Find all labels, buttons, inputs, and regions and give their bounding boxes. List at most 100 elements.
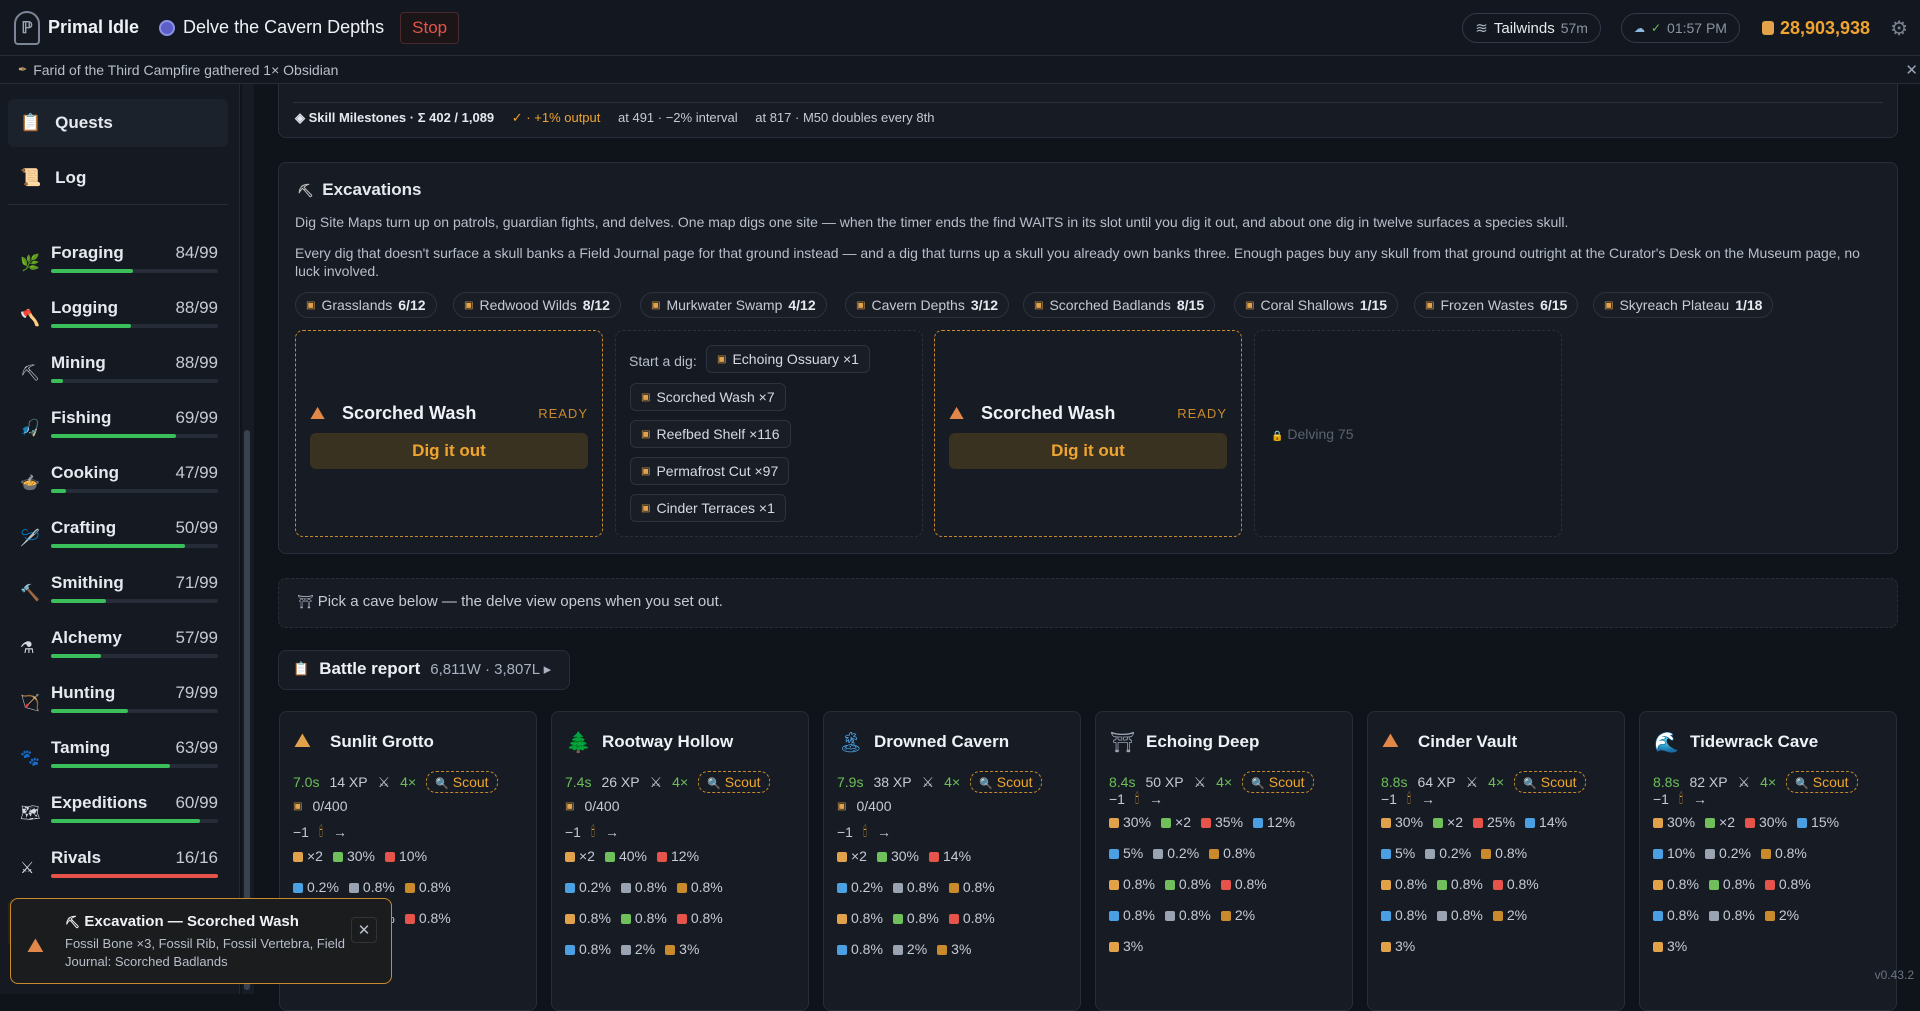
journal-chip[interactable]: ▣ Scorched Badlands 8/15: [1023, 292, 1216, 318]
journal-chip[interactable]: ▣ Frozen Wastes 6/15: [1414, 292, 1579, 318]
sidebar-item-rivals[interactable]: ⚔ Rivals 16/16: [8, 844, 228, 892]
drop-icon: [293, 852, 303, 863]
sidebar-item-hunting[interactable]: 🏹 Hunting 79/99: [8, 679, 228, 727]
drop-chance: 0.8%: [1450, 907, 1483, 923]
skill-progress-bar: [51, 434, 218, 438]
milestones-bonus: ✓ · +1% output: [511, 110, 601, 125]
journal-chip[interactable]: ▣ Grasslands 6/12: [295, 292, 437, 318]
sidebar-item-cooking[interactable]: 🍲 Cooking 47/99: [8, 459, 228, 507]
drop-item: 30%: [1381, 814, 1423, 830]
sidebar-item-foraging[interactable]: 🌿 Foraging 84/99: [8, 239, 228, 287]
journal-chip[interactable]: ▣ Coral Shallows 1/15: [1234, 292, 1399, 318]
drop-chance: 0.8%: [1123, 876, 1155, 892]
skill-progress-fill: [51, 379, 63, 383]
sidebar-item-smithing[interactable]: 🔨 Smithing 71/99: [8, 569, 228, 617]
sidebar-item-mining[interactable]: ⛏ Mining 88/99: [8, 349, 228, 397]
drop-icon: [293, 883, 303, 894]
journal-chip[interactable]: ▣ Cavern Depths 3/12: [845, 292, 1010, 318]
drop-chance: 0.8%: [634, 910, 667, 926]
drop-chance: 0.8%: [362, 879, 395, 895]
start-dig-option[interactable]: ▣ Scorched Wash ×7: [630, 383, 786, 411]
journal-chip[interactable]: ▣ Murkwater Swamp 4/12: [640, 292, 827, 318]
cave-stats: 7.4s 26 XP ⚔ 4× 🔍 Scout: [565, 771, 770, 793]
skill-progress-fill: [51, 764, 170, 768]
drop-chance: 30%: [1395, 814, 1424, 830]
scout-button[interactable]: 🔍 Scout: [1242, 771, 1314, 793]
drop-icon: [1109, 911, 1119, 922]
skill-progress-bar: [51, 269, 218, 273]
drop-item: 0.8%: [1481, 845, 1527, 861]
stop-button[interactable]: Stop: [400, 11, 460, 44]
start-dig-option[interactable]: ▣ Permafrost Cut ×97: [630, 457, 790, 485]
cave-multiplier: 4×: [672, 774, 689, 790]
pickaxe-icon: ⛏: [65, 915, 81, 929]
cave-drop-row: 0.8% 0.8% 0.8%: [1109, 876, 1267, 892]
skill-icon: ⚔: [20, 860, 35, 877]
start-dig-option[interactable]: ▣ Echoing Ossuary ×1: [706, 345, 870, 373]
dig-it-out-button[interactable]: Dig it out: [949, 433, 1227, 469]
toast-close-button[interactable]: ✕: [351, 917, 377, 943]
skill-name: Cooking: [51, 463, 119, 482]
cave-card[interactable]: ⛰ Cinder Vault 8.8s 64 XP ⚔ 4× 🔍 Scout −1 🕯 → 30% ×…: [1367, 711, 1625, 1011]
cave-xp: 14 XP: [329, 774, 368, 790]
scout-button[interactable]: 🔍 Scout: [1514, 771, 1586, 793]
torch-icon: 🕯: [1134, 790, 1139, 806]
drop-icon: [1764, 911, 1775, 922]
drop-icon: [657, 852, 667, 863]
dig-it-out-button[interactable]: Dig it out: [310, 433, 588, 469]
sidebar-item-expeditions[interactable]: 🗺 Expeditions 60/99: [8, 789, 228, 837]
journal-chip[interactable]: ▣ Skyreach Plateau 1/18: [1593, 292, 1774, 318]
cave-card[interactable]: 🏝 Drowned Cavern 7.9s 38 XP ⚔ 4× 🔍 Scout ▣ 0/400…: [823, 711, 1081, 1011]
drop-icon: [1708, 911, 1719, 922]
clock-pill[interactable]: ☁ ✓ 01:57 PM: [1620, 13, 1740, 43]
sidebar-item-fishing[interactable]: 🎣 Fishing 69/99: [8, 404, 228, 452]
sidebar-item-taming[interactable]: 🐾 Taming 63/99: [8, 734, 228, 782]
report-icon: 📋: [293, 661, 310, 676]
cave-card[interactable]: 🌊 Tidewrack Cave 8.8s 82 XP ⚔ 4× 🔍 Scout −1 🕯 → 30…: [1639, 711, 1897, 1011]
milestones-next-2: at 817 · M50 doubles every 8th: [755, 110, 935, 125]
battle-report-header[interactable]: 📋 Battle report 6,811W · 3,807L ▸: [293, 659, 551, 679]
cave-card[interactable]: 🌲 Rootway Hollow 7.4s 26 XP ⚔ 4× 🔍 Scout ▣ 0/400…: [551, 711, 809, 1011]
drop-item: 14%: [929, 848, 971, 864]
gear-icon[interactable]: ⚙: [1890, 16, 1908, 41]
weather-pill[interactable]: ≋ Tailwinds 57m: [1462, 13, 1601, 43]
skill-icon: 🎣: [20, 420, 40, 437]
activity-label: Delve the Cavern Depths: [183, 17, 385, 37]
scout-button[interactable]: 🔍 Scout: [698, 771, 770, 793]
cave-card[interactable]: ⛩ Echoing Deep 8.4s 50 XP ⚔ 4× 🔍 Scout −1 🕯 → 30% ×…: [1095, 711, 1353, 1011]
start-dig-option[interactable]: ▣ Cinder Terraces ×1: [630, 494, 786, 522]
drop-chance: ×2: [307, 848, 323, 864]
drop-item: ×2: [565, 848, 595, 864]
drop-item: 0.2%: [1705, 845, 1751, 861]
close-icon[interactable]: ✕: [1905, 61, 1918, 79]
sidebar-item-logging[interactable]: 🪓 Logging 88/99: [8, 294, 228, 342]
drop-item: 0.2%: [1153, 845, 1199, 861]
journal-chip[interactable]: ▣ Redwood Wilds 8/12: [453, 292, 621, 318]
cave-cost-value: −1: [1109, 790, 1125, 807]
sidebar-item-quests[interactable]: 📋 Quests: [8, 99, 228, 147]
drop-icon: [1253, 818, 1264, 829]
cave-xp: 38 XP: [873, 774, 912, 790]
scout-button[interactable]: 🔍 Scout: [426, 771, 498, 793]
swords-icon: ⚔: [649, 773, 663, 790]
drop-chance: 0.8%: [962, 879, 995, 895]
cave-capacity: ▣ 0/400: [837, 798, 892, 814]
cave-drop-row: 0.8% 0.8% 0.8%: [837, 910, 995, 926]
cave-cost: −1 🕯 →: [565, 823, 619, 840]
start-dig-option[interactable]: ▣ Reefbed Shelf ×116: [630, 420, 791, 448]
scout-button[interactable]: 🔍 Scout: [970, 771, 1042, 793]
drop-item: 0.8%: [1436, 876, 1483, 892]
dig-option-label: Reefbed Shelf ×116: [656, 426, 780, 442]
app-logo[interactable]: ℙ Primal Idle: [14, 10, 139, 45]
drop-item: 0.8%: [1653, 876, 1699, 892]
dig-option-label: Scorched Wash ×7: [656, 389, 775, 405]
drop-item: 0.8%: [1760, 845, 1807, 861]
dig-option-label: Permafrost Cut ×97: [656, 463, 779, 479]
scout-button[interactable]: 🔍 Scout: [1786, 771, 1858, 793]
drop-chance: 25%: [1487, 814, 1516, 830]
sidebar-item-crafting[interactable]: 🪡 Crafting 50/99: [8, 514, 228, 562]
cloud-icon: ☁: [1633, 22, 1645, 35]
sidebar-item-alchemy[interactable]: ⚗ Alchemy 57/99: [8, 624, 228, 672]
drop-icon: [892, 883, 903, 894]
sidebar-item-log[interactable]: 📜 Log: [8, 154, 228, 202]
